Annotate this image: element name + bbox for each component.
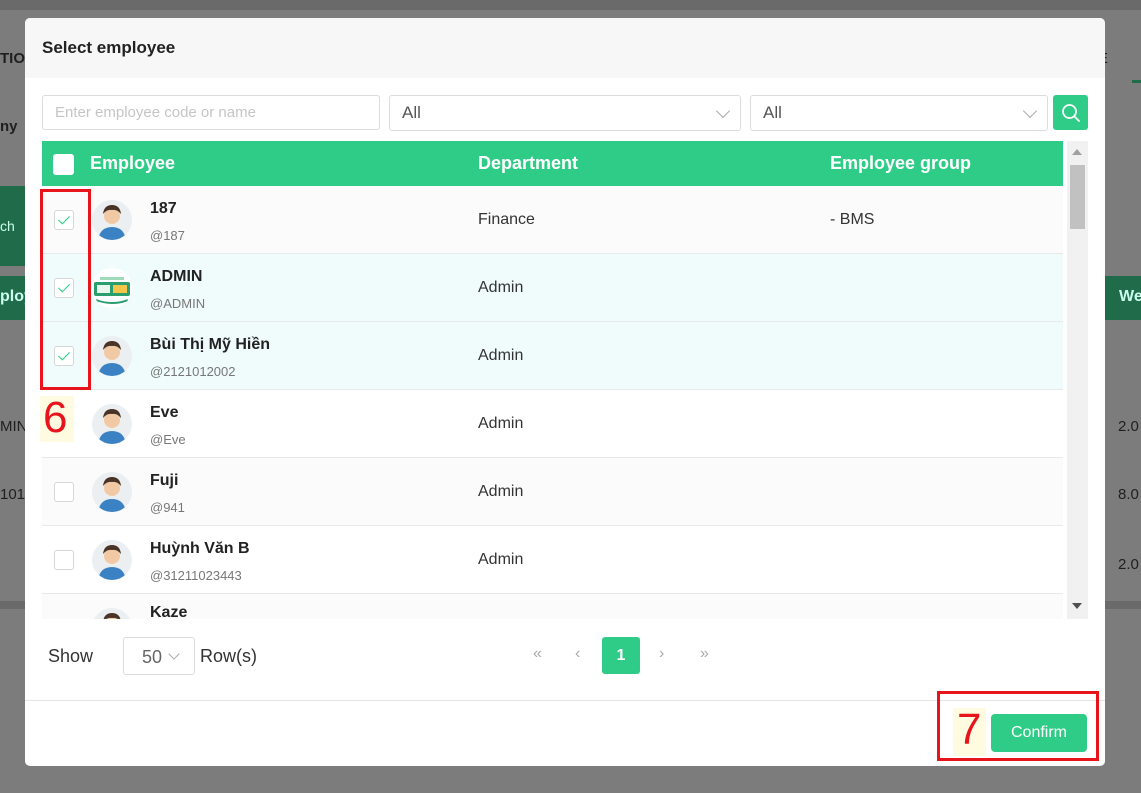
prev-page-button[interactable]: ‹: [575, 645, 580, 663]
avatar: [92, 608, 132, 619]
employee-department: Admin: [478, 551, 524, 568]
row-checkbox[interactable]: [54, 482, 74, 502]
row-checkbox[interactable]: [54, 550, 74, 570]
table-scrollbar[interactable]: [1067, 141, 1088, 619]
filter-bar: All All: [42, 95, 1088, 131]
table-row[interactable]: Bùi Thị Mỹ Hiền @2121012002 Admin: [42, 322, 1063, 390]
chevron-down-icon: [715, 103, 731, 119]
background-label: ny: [0, 118, 18, 135]
employee-department: Finance: [478, 211, 535, 228]
header-department: Department: [478, 153, 579, 173]
background-cell: 2.0: [1118, 418, 1139, 435]
employee-name: Kaze: [150, 604, 188, 619]
background-table-header: ploy: [0, 276, 33, 320]
employee-code: @187: [150, 228, 185, 243]
employee-code: @ADMIN: [150, 296, 206, 311]
last-page-button[interactable]: »: [700, 645, 709, 663]
background-cell: 8.0: [1118, 486, 1139, 503]
background-button: ch: [0, 186, 25, 266]
avatar: [92, 540, 132, 580]
page-1-button[interactable]: 1: [602, 637, 640, 674]
department-select-value: All: [402, 103, 421, 122]
annotation-box-checkboxes: [40, 189, 91, 390]
background-topbar: [0, 0, 1141, 10]
chevron-down-icon: [168, 648, 180, 660]
modal-title: Select employee: [42, 38, 176, 57]
employee-code: @2121012002: [150, 364, 236, 379]
employee-name: 187: [150, 200, 177, 217]
header-employee: Employee: [90, 153, 176, 173]
header-employee-group: Employee group: [830, 153, 972, 173]
background-cell: MIN: [0, 418, 28, 435]
table-row[interactable]: ADMIN @ADMIN Admin: [42, 254, 1063, 322]
employee-department: Admin: [478, 347, 524, 364]
search-button[interactable]: [1053, 95, 1088, 130]
employee-group-select[interactable]: All: [750, 95, 1048, 131]
next-page-button[interactable]: ›: [659, 645, 664, 663]
avatar: [92, 200, 132, 240]
employee-department: Admin: [478, 483, 524, 500]
employee-search-input[interactable]: [42, 95, 380, 130]
scroll-down-icon[interactable]: [1072, 603, 1082, 609]
scroll-thumb[interactable]: [1070, 165, 1085, 229]
scroll-up-icon[interactable]: [1072, 149, 1082, 155]
rows-per-page-select[interactable]: 50: [123, 637, 195, 675]
background-cell: 101: [0, 486, 26, 503]
employee-name: Bùi Thị Mỹ Hiền: [150, 336, 270, 353]
employee-name: Huỳnh Văn B: [150, 540, 250, 557]
background-cell: 2.0: [1118, 556, 1139, 573]
table-row[interactable]: Eve @Eve Admin: [42, 390, 1063, 458]
table-row[interactable]: Kaze: [42, 594, 1063, 619]
employee-code: @941: [150, 500, 185, 515]
employee-code: @31211023443: [150, 568, 242, 583]
employee-department: Admin: [478, 415, 524, 432]
table-row[interactable]: Huỳnh Văn B @31211023443 Admin: [42, 526, 1063, 594]
chevron-down-icon: [1022, 103, 1038, 119]
employee-group-select-value: All: [763, 103, 782, 122]
avatar: [92, 336, 132, 376]
table-header: Employee Department Employee group: [42, 141, 1063, 186]
avatar: [92, 472, 132, 512]
employee-group: - BMS: [830, 211, 875, 228]
table-row[interactable]: 187 @187 Finance - BMS: [42, 186, 1063, 254]
annotation-step-7: 7: [953, 708, 986, 756]
first-page-button[interactable]: «: [533, 645, 542, 663]
department-select[interactable]: All: [389, 95, 741, 131]
table-row[interactable]: Fuji @941 Admin: [42, 458, 1063, 526]
company-logo-avatar: [92, 268, 132, 308]
rows-label: Row(s): [200, 646, 257, 666]
employee-department: Admin: [478, 279, 524, 296]
search-icon: [1061, 103, 1080, 122]
pagination-bar: Show 50 Row(s) « ‹ 1 › »: [48, 637, 1088, 675]
show-label: Show: [48, 646, 94, 666]
employee-name: Fuji: [150, 472, 179, 489]
avatar: [92, 404, 132, 444]
employee-name: ADMIN: [150, 268, 203, 285]
annotation-step-6: 6: [40, 396, 74, 442]
background-tab-underline: [1132, 80, 1141, 83]
employee-name: Eve: [150, 404, 179, 421]
modal-header: Select employee: [25, 18, 1105, 78]
rows-per-page-value: 50: [142, 647, 163, 667]
select-employee-modal: Select employee All All Employee Departm…: [25, 18, 1105, 766]
employee-table: Employee Department Employee group 187 @…: [42, 141, 1088, 619]
select-all-checkbox[interactable]: [53, 154, 74, 175]
employee-code: @Eve: [150, 432, 186, 447]
background-tab-text: TIO: [0, 50, 25, 67]
background-table-header-right: We: [1105, 276, 1141, 320]
